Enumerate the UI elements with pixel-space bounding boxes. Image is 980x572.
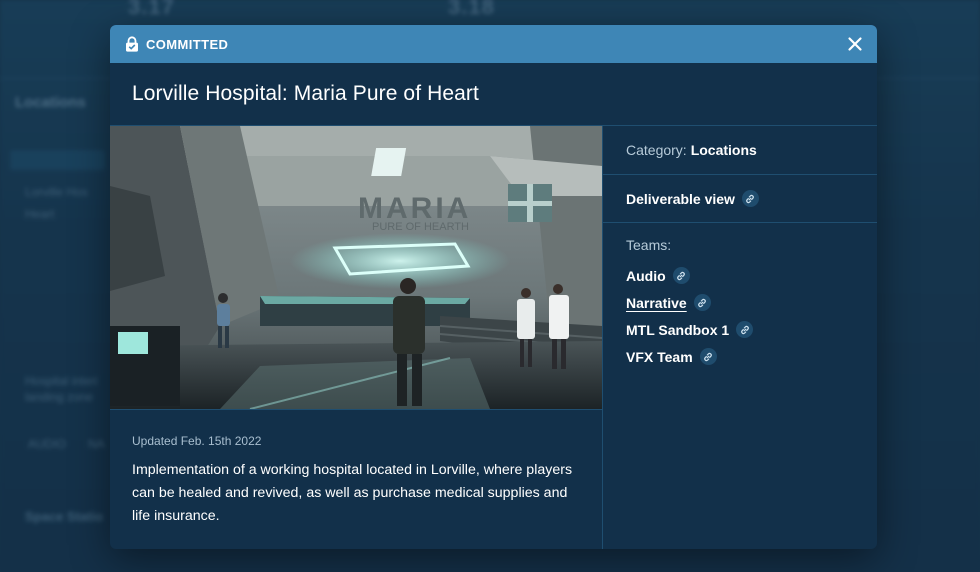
team-mtl-sandbox-1[interactable]: MTL Sandbox 1 [626,316,854,343]
category-value: Locations [690,142,757,158]
link-icon[interactable] [699,348,717,365]
left-column: MARIA PURE OF HEARTH Updated Feb. 15th 2… [110,126,603,549]
category-label: Category: [626,142,687,158]
teams-label: Teams: [626,237,672,253]
description-section: Updated Feb. 15th 2022 Implementation of… [110,410,602,528]
teams-section: Teams: Audio Narrative MTL Sandbox 1 VFX… [603,223,877,370]
deliverable-view-link[interactable]: Deliverable view [626,191,735,207]
sign-line-2: PURE OF HEARTH [372,221,469,233]
lock-icon [125,36,139,52]
close-icon[interactable] [847,36,863,52]
team-name[interactable]: Audio [626,268,666,284]
page-title: Lorville Hospital: Maria Pure of Heart [132,82,479,105]
team-name[interactable]: VFX Team [626,349,693,365]
link-icon[interactable] [693,294,711,311]
hospital-lobby-illustration: MARIA PURE OF HEARTH [110,126,602,409]
description-text: Implementation of a working hospital loc… [132,462,573,524]
modal-body: MARIA PURE OF HEARTH Updated Feb. 15th 2… [110,126,877,549]
link-icon[interactable] [672,267,690,284]
concept-art-image: MARIA PURE OF HEARTH [110,126,602,410]
status-label: COMMITTED [146,36,229,52]
team-narrative[interactable]: Narrative [626,289,854,316]
title-bar: Lorville Hospital: Maria Pure of Heart [110,63,877,126]
team-vfx-team[interactable]: VFX Team [626,343,854,370]
right-column: Category: Locations Deliverable view Tea… [603,126,877,549]
deliverable-view-row[interactable]: Deliverable view [603,175,877,223]
link-icon[interactable] [736,321,754,338]
updated-date: Updated Feb. 15th 2022 [132,434,262,448]
deliverable-modal: COMMITTED Lorville Hospital: Maria Pure … [110,25,877,549]
category-row: Category: Locations [603,126,877,175]
team-audio[interactable]: Audio [626,262,854,289]
status-header: COMMITTED [110,25,877,63]
team-name[interactable]: MTL Sandbox 1 [626,322,729,338]
team-name[interactable]: Narrative [626,295,687,311]
link-icon[interactable] [741,190,759,207]
